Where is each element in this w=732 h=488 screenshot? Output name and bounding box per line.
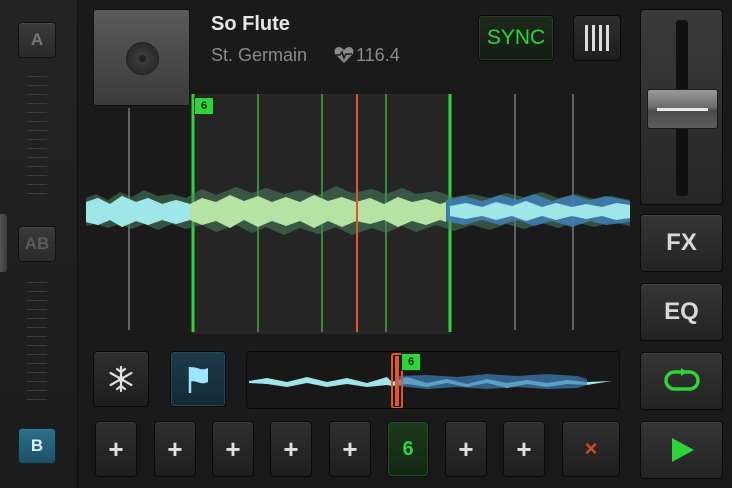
freeze-button[interactable] <box>93 351 149 407</box>
fx-button[interactable]: FX <box>640 214 723 272</box>
heart-pulse-icon <box>334 47 354 63</box>
flag-button[interactable] <box>170 351 226 407</box>
crossfader-ticks-lower <box>27 282 47 408</box>
loop-button[interactable] <box>640 352 723 410</box>
flag-icon <box>188 367 208 393</box>
crossfader-handle[interactable] <box>0 214 7 272</box>
waveform-cue-marker[interactable]: 6 <box>194 97 214 115</box>
delete-cue-button[interactable]: × <box>562 421 620 477</box>
overview-cue-marker[interactable]: 6 <box>401 353 421 371</box>
cue-pad-4[interactable]: + <box>270 421 312 477</box>
track-overview[interactable]: 6 <box>246 351 620 409</box>
crossfader-ticks-upper <box>27 76 47 202</box>
eq-button[interactable]: EQ <box>640 283 723 341</box>
beat-grid-button[interactable] <box>573 15 621 61</box>
cue-pad-6[interactable]: 6 <box>387 421 429 477</box>
track-bpm: 116.4 <box>356 45 400 65</box>
play-button[interactable] <box>640 421 723 479</box>
pitch-fader-panel <box>640 9 723 205</box>
deck-a-button[interactable]: A <box>18 22 56 58</box>
track-artist: St. Germain <box>211 45 308 65</box>
play-icon <box>671 438 694 462</box>
pitch-fader-knob[interactable] <box>647 89 718 129</box>
cue-pad-2[interactable]: + <box>154 421 196 477</box>
cue-pad-8[interactable]: + <box>503 421 545 477</box>
cue-pad-3[interactable]: + <box>212 421 254 477</box>
deck-b-button[interactable]: B <box>18 428 56 464</box>
cue-pad-7[interactable]: + <box>445 421 487 477</box>
cue-pad-1[interactable]: + <box>95 421 137 477</box>
track-title: So Flute <box>211 13 290 35</box>
cue-pad-5[interactable]: + <box>329 421 371 477</box>
snowflake-icon <box>109 365 133 393</box>
crossfader-strip: A AB B <box>0 0 78 488</box>
beat-grid-icon <box>585 25 588 51</box>
album-art[interactable] <box>93 9 190 106</box>
sync-button[interactable]: SYNC <box>478 15 554 61</box>
waveform-display[interactable]: 6 <box>86 94 630 334</box>
vinyl-disc-icon <box>126 42 159 75</box>
loop-icon <box>663 368 700 391</box>
deck-ab-button[interactable]: AB <box>18 226 56 262</box>
